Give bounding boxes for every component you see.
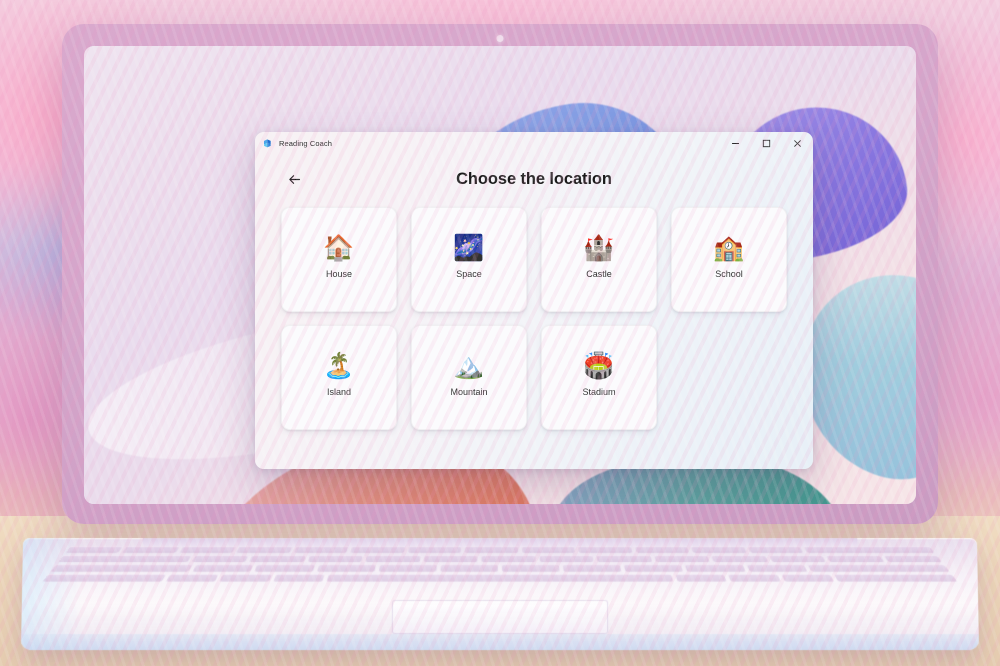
location-card-mountain[interactable]: 🏔️ Mountain [411,325,527,430]
maximize-button[interactable] [751,132,782,155]
location-card-castle[interactable]: 🏰 Castle [541,207,657,312]
location-card-label: School [715,269,743,279]
window-titlebar: Reading Coach [255,132,813,155]
keyboard-row [58,555,942,562]
location-card-label: Stadium [582,387,615,397]
minimize-button[interactable] [720,132,751,155]
location-card-space[interactable]: 🌌 Space [411,207,527,312]
school-emoji: 🏫 [713,232,744,262]
castle-emoji: 🏰 [583,232,614,262]
house-emoji: 🏠 [323,232,354,262]
close-button[interactable] [782,132,813,155]
location-card-label: Island [327,387,351,397]
keyboard-row [43,574,958,581]
location-card-label: House [326,269,352,279]
location-card-stadium[interactable]: 🏟️ Stadium [541,325,657,430]
location-card-label: Castle [586,269,612,279]
laptop-keyboard[interactable] [42,546,958,582]
webcam-icon [497,35,504,42]
stadium-emoji: 🏟️ [583,350,614,380]
location-card-label: Space [456,269,482,279]
location-grid: 🏠 House 🌌 Space 🏰 Castle 🏫 School 🏝️ Isl… [281,207,787,430]
reading-coach-app-icon [262,138,273,149]
reading-coach-window: Reading Coach Choose the location 🏠 Hous… [255,132,813,469]
location-card-label: Mountain [450,387,487,397]
location-card-island[interactable]: 🏝️ Island [281,325,397,430]
keyboard-row [51,564,950,571]
laptop-trackpad[interactable] [392,600,608,634]
location-card-school[interactable]: 🏫 School [671,207,787,312]
laptop-lid: Reading Coach Choose the location 🏠 Hous… [62,24,938,524]
page-title: Choose the location [255,170,813,189]
screenshot-scene: Reading Coach Choose the location 🏠 Hous… [0,0,1000,666]
milky-way-emoji: 🌌 [453,232,484,262]
window-title: Reading Coach [279,139,332,148]
keyboard-row [65,546,934,553]
laptop-base [21,538,979,650]
arrow-left-icon [287,172,302,187]
app-header: Choose the location [255,155,813,203]
window-controls [720,132,813,155]
desert-island-emoji: 🏝️ [323,350,354,380]
location-grid-wrapper: 🏠 House 🌌 Space 🏰 Castle 🏫 School 🏝️ Isl… [255,203,813,469]
location-card-house[interactable]: 🏠 House [281,207,397,312]
snow-mountain-emoji: 🏔️ [453,350,484,380]
base-front-edge [21,634,979,650]
laptop-screen: Reading Coach Choose the location 🏠 Hous… [84,46,916,504]
back-button[interactable] [283,168,305,190]
